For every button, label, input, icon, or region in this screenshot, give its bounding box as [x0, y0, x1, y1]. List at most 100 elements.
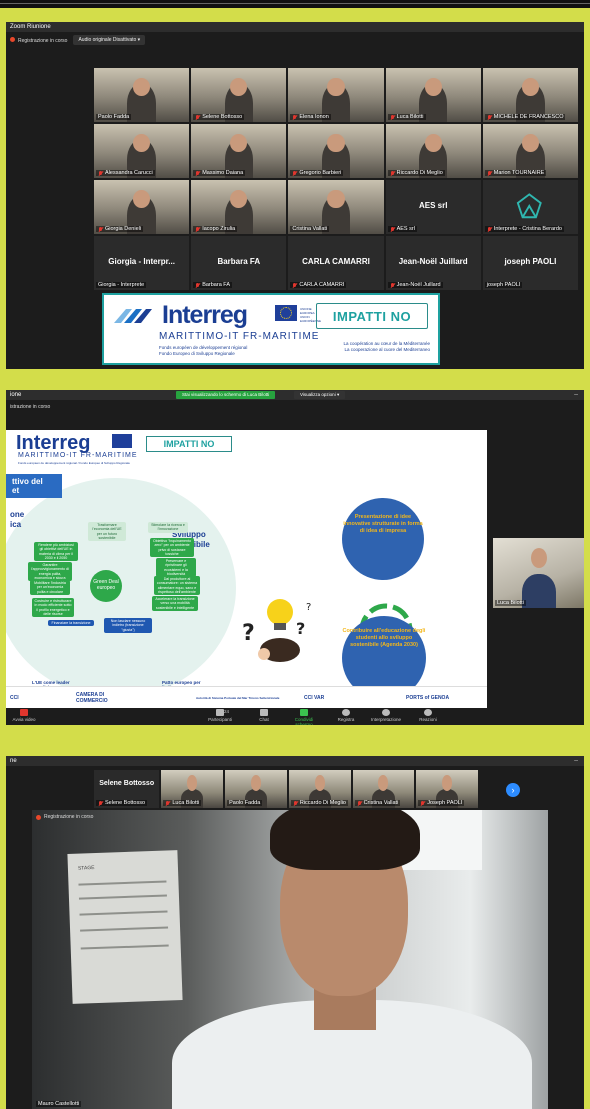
chat-button[interactable]: Chat: [246, 709, 282, 722]
slide-side-label: one ica: [10, 510, 25, 529]
muted-mic-icon: [487, 114, 492, 120]
participant-tile[interactable]: Riccardo Di Meglio: [385, 124, 481, 178]
participant-tile[interactable]: Cristina Vallati: [288, 180, 384, 234]
svg-text:?: ?: [296, 619, 305, 638]
participant-tile[interactable]: Luca Bilotti: [385, 68, 481, 122]
participant-tile[interactable]: Jean-Noël Juillard Jean-Noël Juillard: [385, 236, 481, 290]
participant-tile[interactable]: CARLA CAMARRI CARLA CAMARRI: [288, 236, 384, 290]
record-button[interactable]: Registra: [328, 709, 364, 722]
participant-display-name: CARLA CAMARRI: [302, 256, 370, 266]
participant-display-name: Giorgia - Interpr...: [108, 256, 175, 266]
participant-tile[interactable]: AES srl AES srl: [385, 180, 481, 234]
muted-mic-icon: [390, 282, 395, 288]
participant-tile[interactable]: Giorgia - Interpr... Giorgia - Interprete: [94, 236, 190, 290]
green-deal-box: Costruire e ristrutturare in modo effici…: [32, 598, 74, 618]
participant-name: Selene Bottosso: [193, 114, 245, 120]
muted-mic-icon: [357, 800, 362, 806]
participant-name: Gregorio Barbieri: [290, 170, 344, 176]
participant-display-name: Jean-Noël Juillard: [398, 256, 468, 266]
participant-tile[interactable]: joseph PAOLI joseph PAOLI: [482, 236, 578, 290]
participants-count: 24: [224, 709, 230, 714]
participant-name: AES srl: [387, 226, 417, 232]
next-page-button[interactable]: ›: [506, 783, 520, 797]
sharing-banner: Stai visualizzando lo schermo di Luca Bi…: [176, 391, 276, 399]
strip-participant-tile[interactable]: Selene Bottosso Selene Bottosso: [94, 770, 160, 808]
minimize-icon[interactable]: –: [574, 390, 578, 400]
participant-tile[interactable]: Gregorio Barbieri: [288, 124, 384, 178]
muted-mic-icon: [487, 170, 492, 176]
participant-tile[interactable]: Massimo Daiana: [191, 124, 287, 178]
muted-mic-icon: [390, 226, 395, 232]
participant-name: Jean-Noël Juillard: [387, 282, 443, 288]
eu-flag-icon: [112, 434, 132, 448]
svg-text:?: ?: [306, 602, 311, 613]
project-banner: Interreg UNIONE EUROPEA UNION EUROPÉENNE…: [102, 293, 440, 365]
recording-indicator[interactable]: Registrazione in corso: [10, 36, 68, 44]
audio-original-button[interactable]: Audio originale Disattivato ▾: [73, 35, 146, 45]
participant-name: Selene Bottosso: [96, 800, 148, 806]
participant-tile[interactable]: Marion TOURNAIRE: [482, 124, 578, 178]
share-screen-button[interactable]: Condividi schermo: [286, 709, 322, 725]
slide-maritime: MARITTIMO-IT FR-MARITIME: [18, 452, 138, 459]
green-deal-box: Finanziare la transizione: [48, 620, 94, 627]
slide-fonds: Fonds européen de développement régional…: [18, 461, 130, 465]
participant-name: Luca Bilotti: [163, 800, 202, 806]
strip-participant-tile[interactable]: Joseph PAOLI: [416, 770, 479, 808]
view-options-button[interactable]: Visualizza opzioni ▾: [294, 391, 346, 399]
strip-participant-tile[interactable]: Riccardo Di Meglio: [288, 770, 351, 808]
partner-logo: CCI VAR: [304, 695, 325, 701]
shared-slide: Interreg MARITTIMO-IT FR-MARITIME Fonds …: [6, 430, 487, 708]
green-deal-box: Obiettivo "inquinamento zero" per un amb…: [150, 538, 194, 558]
participant-name: Barbara FA: [193, 282, 233, 288]
partner-logo: CAMERA DI COMMERCIO: [76, 692, 108, 704]
participant-tile[interactable]: Alessandra Carucci: [94, 124, 190, 178]
strip-participant-tile[interactable]: Paolo Fadda: [225, 770, 287, 808]
muted-mic-icon: [195, 282, 200, 288]
participant-tile[interactable]: Iacopo Zirulia: [191, 180, 287, 234]
start-video-button[interactable]: Avvia video: [6, 709, 42, 722]
participant-name: joseph PAOLI: [484, 282, 523, 288]
participant-name: Giorgia Denieli: [96, 226, 144, 232]
zoom-gallery-window: Zoom Riunione Registrazione in corso Aud…: [6, 22, 584, 369]
recording-label: Registrazione in corso: [18, 37, 68, 44]
muted-mic-icon: [420, 800, 425, 806]
participant-tile[interactable]: Barbara FA Barbara FA: [191, 236, 287, 290]
participant-tile[interactable]: Elena Ionon: [288, 68, 384, 122]
strip-participant-tile[interactable]: Cristina Vallati: [352, 770, 415, 808]
participant-display-name: AES srl: [418, 200, 448, 210]
participant-name: Iacopo Zirulia: [193, 226, 238, 232]
participant-name: Joseph PAOLI: [418, 800, 465, 806]
green-deal-hub: Green Deal europeo: [90, 570, 122, 602]
participant-name: MICHELE DE FRANCESCO: [484, 114, 566, 120]
participant-tile[interactable]: Giorgia Denieli: [94, 180, 190, 234]
partner-logo: PORTS of GENOA: [406, 695, 450, 701]
reactions-button[interactable]: Reazioni: [410, 709, 446, 722]
participant-tile[interactable]: Paolo Fadda: [94, 68, 190, 122]
muted-mic-icon: [195, 114, 200, 120]
participants-button[interactable]: Partecipanti: [202, 709, 238, 722]
strip-participant-tile[interactable]: Luca Bilotti: [161, 770, 224, 808]
window-title: ne: [10, 758, 17, 764]
green-deal-box: Mobilitare l'industria per un'economia p…: [30, 580, 70, 595]
participant-tile[interactable]: Interprete - Cristina Berardo: [482, 180, 578, 234]
green-deal-box: Accelerare la transizione verso una mobi…: [152, 596, 198, 611]
active-speaker-video: STAGE Mauro Castellotti: [32, 810, 548, 1109]
green-deal-box: Preservare e ripristinare gli ecosistemi…: [156, 558, 196, 578]
svg-text:?: ?: [242, 621, 255, 646]
wall-paper: STAGE: [67, 850, 183, 1004]
participant-display-name: Barbara FA: [217, 256, 261, 266]
recording-bar: Registrazione in corso Audio originale D…: [6, 32, 584, 48]
participant-name: Elena Ionon: [290, 114, 331, 120]
eu-caption: UNIONE EUROPEA UNION EUROPÉENNE: [300, 307, 322, 323]
fund-text: Fonds européen de développement régional…: [159, 345, 248, 356]
participant-tile[interactable]: MICHELE DE FRANCESCO: [482, 68, 578, 122]
muted-mic-icon: [390, 170, 395, 176]
participant-strip: Selene Bottosso Selene Bottosso Luca Bilot…: [94, 770, 479, 808]
minimize-icon[interactable]: –: [574, 756, 578, 766]
recording-indicator[interactable]: Registrazione in corso: [36, 814, 93, 820]
interpretation-button[interactable]: Interpretazione: [368, 709, 404, 722]
impattino-logo: IMPATTI NO: [316, 303, 428, 329]
participant-display-name: Selene Bottosso: [99, 779, 155, 787]
side-video-luca[interactable]: Luca Bilotti: [493, 538, 584, 608]
participant-tile[interactable]: Selene Bottosso: [191, 68, 287, 122]
